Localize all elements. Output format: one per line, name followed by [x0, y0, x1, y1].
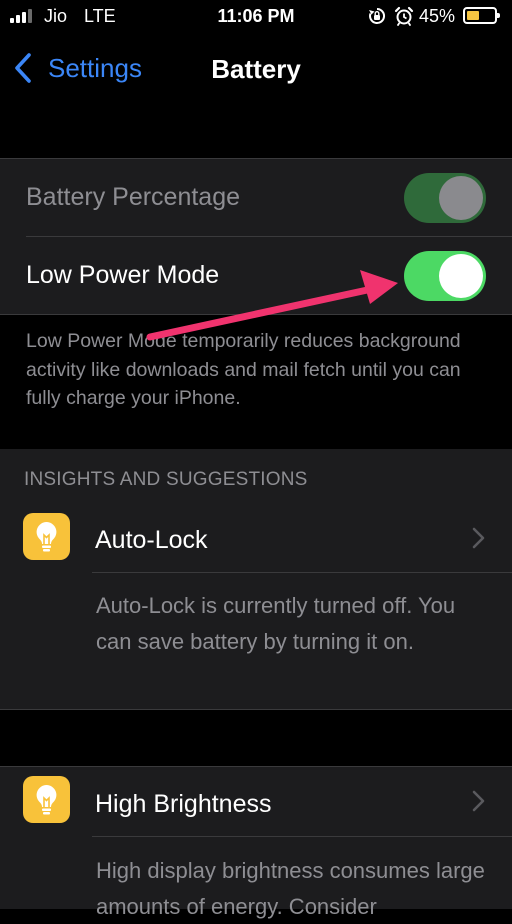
page-title: Battery	[211, 54, 301, 84]
battery-percentage-label: Battery Percentage	[26, 183, 241, 211]
alarm-icon	[394, 6, 414, 26]
battery-percent: 45%	[419, 6, 456, 26]
status-bar: Jio LTE 11:06 PM 45%	[0, 0, 512, 34]
low-power-mode-label: Low Power Mode	[26, 261, 220, 289]
lightbulb-icon	[23, 776, 70, 823]
divider	[92, 572, 512, 573]
auto-lock-description: Auto-Lock is currently turned off. You c…	[96, 593, 456, 654]
lightbulb-icon	[23, 513, 70, 560]
orientation-lock-icon	[369, 7, 386, 24]
auto-lock-title[interactable]: Auto-Lock	[95, 526, 208, 555]
low-power-mode-toggle[interactable]	[404, 251, 486, 301]
battery-settings-group: Battery Percentage Low Power Mode	[0, 158, 512, 315]
insights-section-header: INSIGHTS AND SUGGESTIONS	[24, 469, 308, 490]
divider	[92, 836, 512, 837]
battery-icon	[463, 7, 500, 24]
high-brightness-description: High display brightness consumes large a…	[96, 858, 485, 919]
low-power-mode-description: Low Power Mode temporarily reduces backg…	[26, 330, 461, 409]
high-brightness-title[interactable]: High Brightness	[95, 790, 271, 819]
battery-percentage-toggle[interactable]	[404, 173, 486, 223]
chevron-right-icon[interactable]	[470, 526, 486, 550]
chevron-right-icon[interactable]	[470, 789, 486, 813]
